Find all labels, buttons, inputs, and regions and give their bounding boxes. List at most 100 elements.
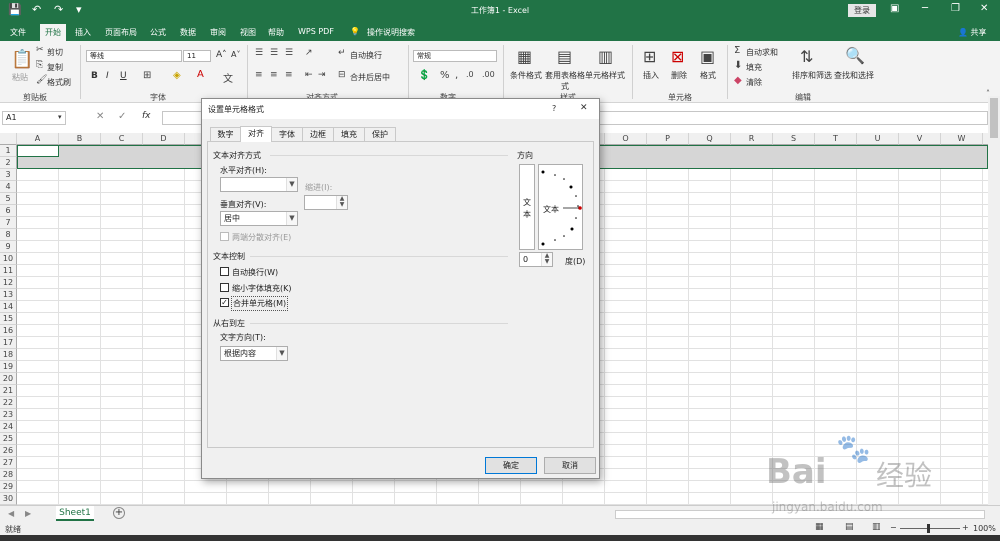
- merge-center-button[interactable]: 合并后居中: [350, 72, 390, 83]
- login-button[interactable]: 登录: [848, 4, 876, 17]
- decrease-font-icon[interactable]: A˅: [231, 50, 240, 59]
- row-header[interactable]: 9: [0, 241, 17, 253]
- fill-button[interactable]: 填充: [746, 62, 762, 73]
- tell-me-search[interactable]: 操作说明搜索: [367, 27, 415, 38]
- paste-icon[interactable]: 📋: [11, 49, 33, 70]
- row-header[interactable]: 28: [0, 469, 17, 481]
- tab-insert[interactable]: 插入: [75, 27, 91, 38]
- column-header[interactable]: O: [605, 133, 647, 145]
- tab-protection[interactable]: 保护: [364, 127, 396, 141]
- row-header[interactable]: 18: [0, 349, 17, 361]
- tab-wps-pdf[interactable]: WPS PDF: [298, 27, 334, 36]
- tab-fill[interactable]: 填充: [333, 127, 365, 141]
- align-bottom-icon[interactable]: ☰: [285, 48, 293, 58]
- scroll-thumb[interactable]: [990, 98, 998, 138]
- dialog-help-button[interactable]: ?: [552, 104, 556, 113]
- font-color-icon[interactable]: A: [197, 69, 204, 80]
- degrees-stepper[interactable]: 0 ▲ ▼: [519, 252, 553, 267]
- tab-alignment[interactable]: 对齐: [240, 126, 272, 142]
- format-painter-button[interactable]: 格式刷: [47, 77, 71, 88]
- row-header[interactable]: 7: [0, 217, 17, 229]
- wrap-text-button[interactable]: 自动换行: [350, 50, 382, 61]
- comma-icon[interactable]: ,: [455, 70, 458, 81]
- column-header[interactable]: T: [815, 133, 857, 145]
- paste-button[interactable]: 粘贴: [12, 72, 28, 83]
- tab-view[interactable]: 视图: [240, 27, 256, 38]
- tab-formulas[interactable]: 公式: [150, 27, 166, 38]
- tab-border[interactable]: 边框: [302, 127, 334, 141]
- tab-font[interactable]: 字体: [271, 127, 303, 141]
- scroll-prev-sheet-icon[interactable]: ◀: [8, 509, 14, 518]
- column-header[interactable]: V: [899, 133, 941, 145]
- row-header[interactable]: 1: [0, 145, 17, 157]
- format-table-button[interactable]: 套用表格格式: [545, 70, 585, 92]
- column-header[interactable]: A: [17, 133, 59, 145]
- ribbon-display-icon[interactable]: ▣: [890, 3, 899, 14]
- insert-cells-button[interactable]: 插入: [643, 70, 659, 81]
- justify-distributed-checkbox[interactable]: [220, 232, 229, 241]
- row-header[interactable]: 27: [0, 457, 17, 469]
- restore-icon[interactable]: ❐: [951, 3, 960, 14]
- column-header[interactable]: Q: [689, 133, 731, 145]
- shrink-to-fit-checkbox[interactable]: [220, 283, 229, 292]
- tab-number[interactable]: 数字: [210, 127, 241, 141]
- zoom-out-button[interactable]: −: [890, 523, 897, 532]
- cell-styles-button[interactable]: 单元格样式: [585, 70, 625, 81]
- ok-button[interactable]: 确定: [485, 457, 537, 474]
- wrap-text-checkbox[interactable]: [220, 267, 229, 276]
- column-header[interactable]: B: [59, 133, 101, 145]
- sort-filter-button[interactable]: 排序和筛选: [792, 70, 832, 81]
- number-format-box[interactable]: 常规: [413, 50, 497, 62]
- clear-button[interactable]: 清除: [746, 77, 762, 88]
- autosum-button[interactable]: 自动求和: [746, 47, 778, 58]
- font-size-box[interactable]: 11: [183, 50, 211, 62]
- row-header[interactable]: 2: [0, 157, 17, 169]
- tab-home[interactable]: 开始: [40, 24, 66, 41]
- name-box-dropdown-icon[interactable]: ▾: [58, 113, 62, 121]
- cancel-button[interactable]: 取消: [544, 457, 596, 474]
- row-header[interactable]: 23: [0, 409, 17, 421]
- row-header[interactable]: 14: [0, 301, 17, 313]
- zoom-slider-thumb[interactable]: [927, 524, 930, 533]
- horizontal-align-dropdown[interactable]: ▼: [220, 177, 298, 192]
- orientation-dial[interactable]: 文本: [538, 164, 583, 250]
- column-header[interactable]: S: [773, 133, 815, 145]
- font-name-box[interactable]: 等线: [86, 50, 182, 62]
- row-header[interactable]: 10: [0, 253, 17, 265]
- zoom-slider[interactable]: [900, 528, 960, 529]
- column-header[interactable]: U: [857, 133, 899, 145]
- spin-arrows-icon[interactable]: ▲ ▼: [541, 253, 552, 266]
- format-cells-button[interactable]: 格式: [700, 70, 716, 81]
- vertical-align-dropdown[interactable]: 居中 ▼: [220, 211, 298, 226]
- align-top-icon[interactable]: ☰: [255, 48, 263, 58]
- italic-button[interactable]: I: [106, 71, 109, 81]
- select-all-corner[interactable]: [0, 133, 17, 145]
- tab-data[interactable]: 数据: [180, 27, 196, 38]
- row-header[interactable]: 29: [0, 481, 17, 493]
- vertical-text-button[interactable]: 文本: [519, 164, 535, 250]
- share-button[interactable]: 👤 共享: [958, 27, 987, 38]
- close-window-icon[interactable]: ✕: [980, 3, 988, 14]
- fill-color-icon[interactable]: ◈: [173, 70, 181, 81]
- sheet-tab-sheet1[interactable]: Sheet1: [56, 506, 94, 521]
- row-header[interactable]: 15: [0, 313, 17, 325]
- column-header[interactable]: C: [101, 133, 143, 145]
- align-right-icon[interactable]: ≡: [285, 70, 293, 80]
- cut-button[interactable]: 剪切: [47, 47, 63, 58]
- align-center-icon[interactable]: ≡: [270, 70, 278, 80]
- row-header[interactable]: 19: [0, 361, 17, 373]
- tab-file[interactable]: 文件: [10, 27, 26, 38]
- new-sheet-button[interactable]: +: [113, 507, 125, 519]
- row-header[interactable]: 26: [0, 445, 17, 457]
- row-header[interactable]: 30: [0, 493, 17, 505]
- row-header[interactable]: 17: [0, 337, 17, 349]
- cancel-entry-icon[interactable]: ✕: [96, 111, 104, 122]
- row-header[interactable]: 5: [0, 193, 17, 205]
- confirm-entry-icon[interactable]: ✓: [118, 111, 126, 122]
- text-direction-dropdown[interactable]: 根据内容 ▼: [220, 346, 288, 361]
- row-header[interactable]: 13: [0, 289, 17, 301]
- increase-font-icon[interactable]: A˄: [216, 50, 227, 60]
- insert-function-icon[interactable]: fx: [142, 111, 151, 121]
- orientation-icon[interactable]: ↗: [305, 48, 313, 58]
- row-header[interactable]: 22: [0, 397, 17, 409]
